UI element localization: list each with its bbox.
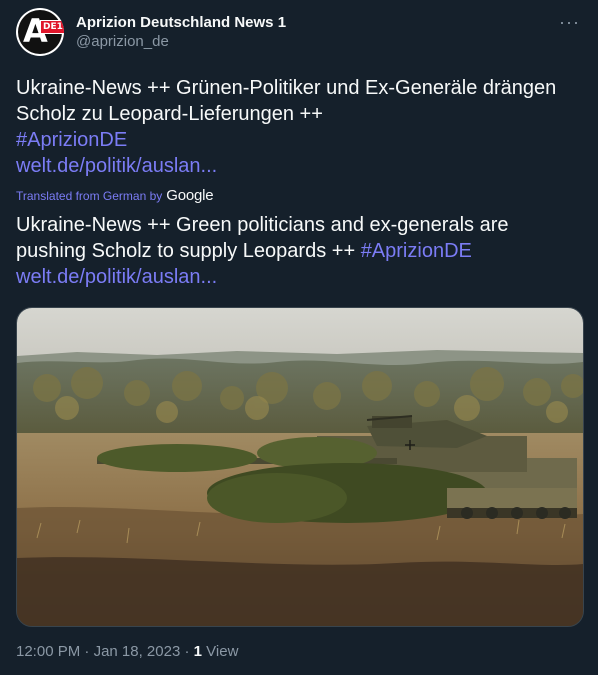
translation-attribution[interactable]: Translated from German by Google (16, 187, 214, 204)
tweet-media-image[interactable] (16, 307, 584, 627)
tweet-date[interactable]: Jan 18, 2023 (94, 643, 181, 660)
tweet: A DE1 Aprizion Deutschland News 1 @apriz… (0, 0, 598, 675)
original-text: Ukraine-News ++ Grünen-Politiker und Ex-… (16, 77, 557, 125)
meta-separator: · (84, 643, 90, 660)
avatar-logo: A DE1 (18, 10, 64, 54)
views-count: 1 (193, 643, 202, 660)
meta-separator-2: · (184, 643, 190, 660)
translated-url-link[interactable]: welt.de/politik/auslan... (16, 266, 217, 288)
author-handle[interactable]: @aprizion_de (76, 33, 169, 50)
avatar-badge: DE1 (40, 20, 64, 34)
author-display-name[interactable]: Aprizion Deutschland News 1 (76, 14, 286, 31)
tank-photo (17, 308, 583, 626)
avatar[interactable]: A DE1 (16, 8, 64, 56)
tweet-original-text: Ukraine-News ++ Grünen-Politiker und Ex-… (16, 75, 582, 179)
more-options-icon[interactable]: ··· (559, 12, 580, 33)
tweet-time[interactable]: 12:00 PM (16, 643, 80, 660)
original-url-link[interactable]: welt.de/politik/auslan... (16, 155, 217, 177)
translation-label: Translated from German by (16, 188, 163, 203)
original-hashtag-link[interactable]: #AprizionDE (16, 129, 127, 151)
views-label: View (206, 643, 239, 660)
tweet-translated-text: Ukraine-News ++ Green politicians and ex… (16, 212, 582, 290)
google-logo: Google (166, 187, 214, 204)
tweet-meta: 12:00 PM · Jan 18, 2023 · 1 View (16, 643, 238, 660)
translated-hashtag-link[interactable]: #AprizionDE (361, 240, 472, 262)
